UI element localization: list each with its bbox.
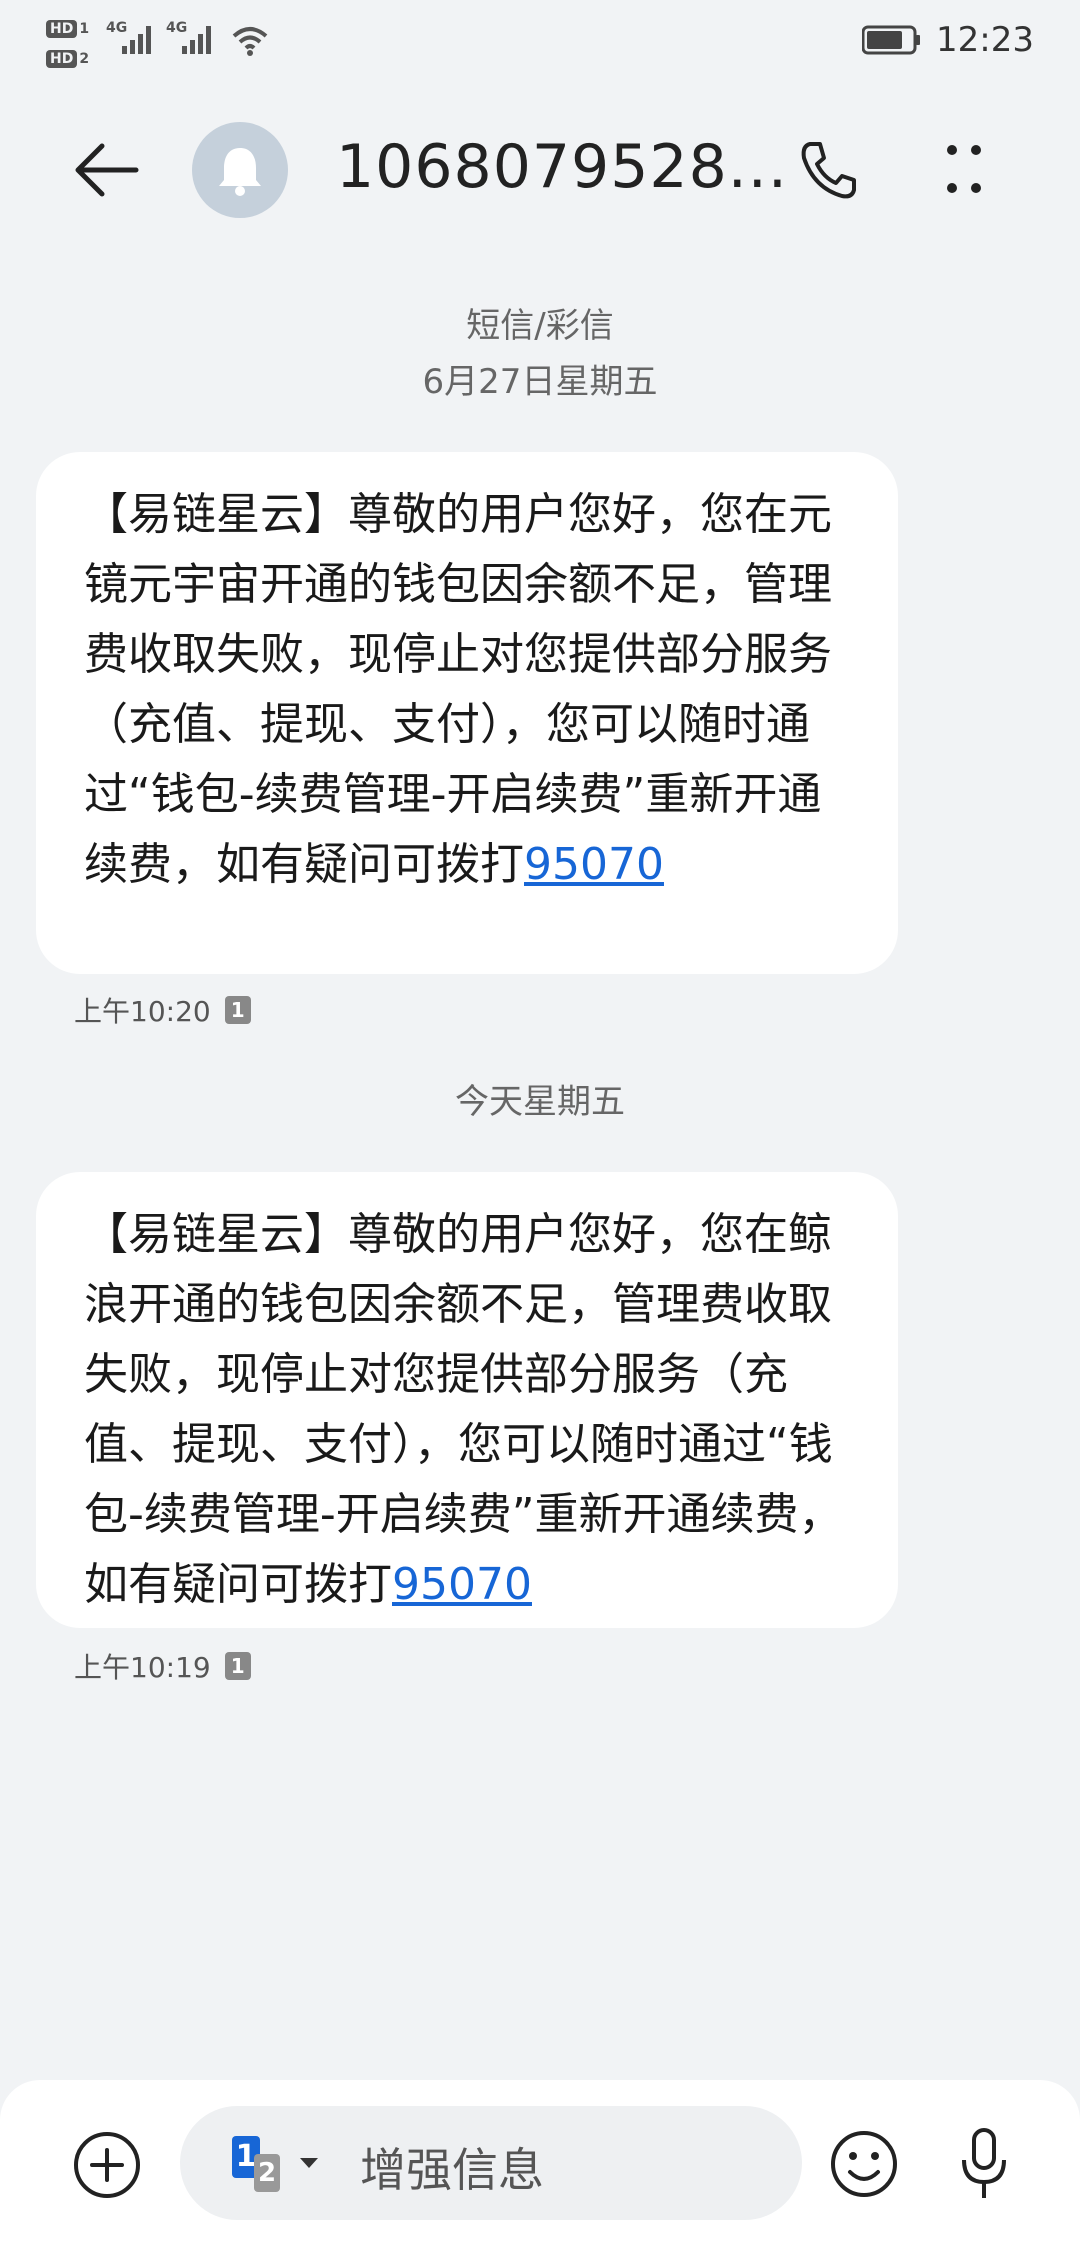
- dropdown-caret-icon: [300, 2158, 318, 2168]
- message-text-1: 【易链星云】尊敬的用户您好，您在元镜元宇宙开通的钱包因余额不足，管理费收取失败，…: [84, 489, 832, 890]
- message-bubble-2[interactable]: 【易链星云】尊敬的用户您好，您在鲸浪开通的钱包因余额不足，管理费收取失败，现停止…: [36, 1172, 898, 1628]
- hd-badge-sim1: HD: [46, 20, 78, 38]
- message-time-1: 上午10:20: [74, 995, 211, 1028]
- wifi-icon: [230, 24, 270, 58]
- conversation-header: 1068079528...: [0, 110, 1080, 230]
- channel-label: 短信/彩信: [466, 306, 614, 346]
- message-input-placeholder: 增强信息: [360, 2143, 544, 2197]
- status-bar: HD 1 HD 2 4G 4G 12:23: [0, 0, 1080, 90]
- message-input[interactable]: 1 2 增强信息: [180, 2106, 802, 2220]
- battery-level: [867, 31, 903, 49]
- message-composer: 1 2 增强信息: [0, 2080, 1080, 2244]
- network-type-sim2: 4G: [166, 20, 188, 36]
- status-time: 12:23: [936, 20, 1034, 60]
- signal-sim2-icon: 4G: [166, 20, 218, 60]
- hd-badge-sim2: HD: [46, 50, 78, 68]
- sim-badge-2: 1: [224, 1652, 251, 1680]
- sim-secondary-badge: 2: [254, 2154, 280, 2192]
- signal-sim1-icon: 4G: [106, 20, 158, 60]
- message-meta-2: 上午10:19 1: [74, 1646, 251, 1686]
- message-text-2: 【易链星云】尊敬的用户您好，您在鲸浪开通的钱包因余额不足，管理费收取失败，现停止…: [84, 1209, 843, 1610]
- phone-icon[interactable]: [796, 138, 860, 202]
- add-attachment-icon[interactable]: [72, 2130, 142, 2200]
- phone-link-1[interactable]: 95070: [524, 839, 664, 890]
- date-separator-1: 6月27日星期五: [422, 362, 658, 402]
- contact-avatar[interactable]: [192, 122, 288, 218]
- microphone-icon[interactable]: [958, 2126, 1010, 2202]
- message-time-2: 上午10:19: [74, 1651, 211, 1684]
- contact-name[interactable]: 1068079528...: [336, 132, 788, 202]
- sim-indicators: HD 1 HD 2: [46, 14, 89, 74]
- back-arrow-icon[interactable]: [72, 140, 142, 200]
- sim-badge-1: 1: [224, 996, 251, 1024]
- sim2-number: 2: [79, 51, 90, 67]
- message-bubble-1[interactable]: 【易链星云】尊敬的用户您好，您在元镜元宇宙开通的钱包因余额不足，管理费收取失败，…: [36, 452, 898, 974]
- more-icon[interactable]: [944, 140, 984, 200]
- emoji-icon[interactable]: [828, 2128, 900, 2200]
- sim1-number: 1: [79, 21, 90, 37]
- date-separator-2: 今天星期五: [455, 1082, 625, 1122]
- phone-link-2[interactable]: 95070: [392, 1559, 532, 1610]
- message-meta-1: 上午10:20 1: [74, 990, 251, 1030]
- battery-icon: [862, 25, 921, 55]
- network-type-sim1: 4G: [106, 20, 128, 36]
- bell-icon: [219, 148, 261, 196]
- sim-selector[interactable]: 1 2: [232, 2136, 322, 2196]
